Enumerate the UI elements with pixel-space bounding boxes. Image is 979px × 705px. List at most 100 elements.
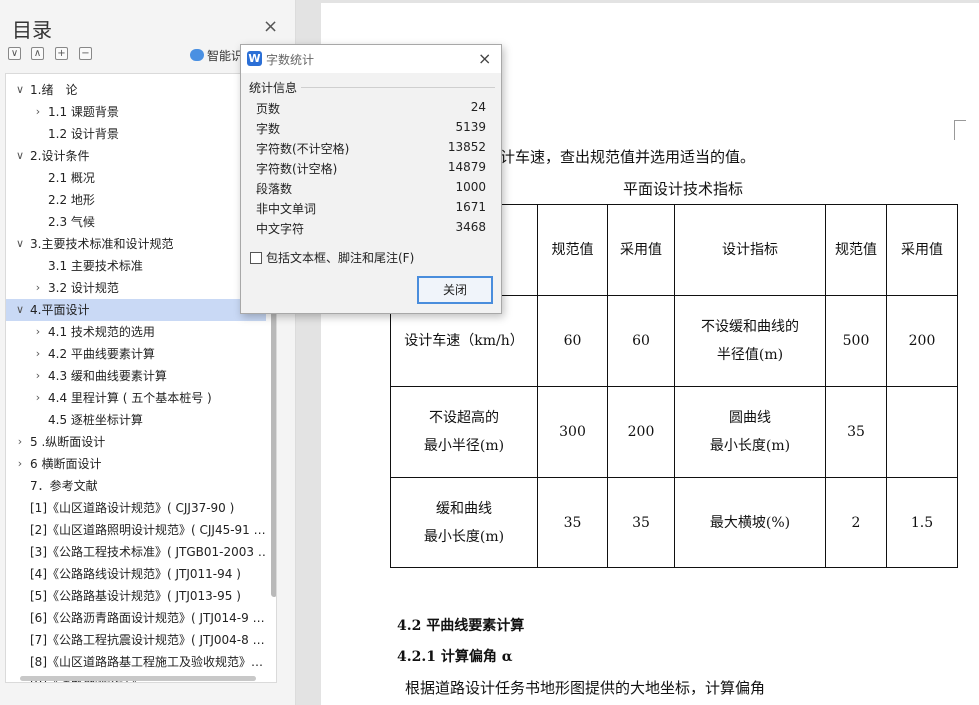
toc-item[interactable]: ∨ 2.设计条件 bbox=[6, 145, 266, 167]
toc-horizontal-scrollbar[interactable] bbox=[6, 673, 268, 682]
toc-item[interactable]: › 4.1 技术规范的选用 bbox=[6, 321, 266, 343]
table-cell[interactable]: 60 bbox=[537, 295, 608, 387]
toc-item-label: [4]《公路路线设计规范》( JTJ011-94 ) bbox=[30, 567, 241, 581]
table-row: 不设超高的 最小半径(m) 300 200 圆曲线 最小长度(m) 35 bbox=[390, 386, 958, 478]
table-header-cell[interactable]: 规范值 bbox=[537, 204, 608, 296]
toc-item[interactable]: [4]《公路路线设计规范》( JTJ011-94 ) bbox=[6, 563, 266, 585]
toc-item[interactable]: ∨ 4.平面设计 bbox=[6, 299, 266, 321]
toc-item-label: [5]《公路路基设计规范》( JTJ013-95 ) bbox=[30, 589, 241, 603]
table-cell[interactable]: 500 bbox=[825, 295, 887, 387]
section-heading-4-2[interactable]: 4.2 平曲线要素计算 bbox=[397, 615, 524, 635]
toc-item[interactable]: › 5 .纵断面设计 bbox=[6, 431, 266, 453]
include-textbox-checkbox[interactable]: 包括文本框、脚注和尾注(F) bbox=[250, 249, 414, 266]
collapse-all-icon[interactable]: ∨ bbox=[8, 47, 21, 60]
stats-list: 页数 24 字数 5139 字符数(不计空格) 13852 字符数(计空格) 14879 段落数… bbox=[256, 98, 486, 238]
chevron-right-icon[interactable]: › bbox=[14, 453, 26, 475]
chevron-down-icon[interactable]: ∨ bbox=[14, 145, 26, 167]
checkbox-box[interactable] bbox=[250, 251, 262, 264]
stat-label: 页数 bbox=[256, 102, 281, 116]
stat-row: 段落数 1000 bbox=[256, 178, 486, 198]
chevron-down-icon[interactable]: ∨ bbox=[14, 79, 26, 101]
toc-item[interactable]: › 4.3 缓和曲线要素计算 bbox=[6, 365, 266, 387]
toc-item[interactable]: 2.2 地形 bbox=[6, 189, 266, 211]
table-cell[interactable]: 300 bbox=[537, 386, 608, 478]
toc-item[interactable]: › 3.2 设计规范 bbox=[6, 277, 266, 299]
chevron-down-icon[interactable]: ∨ bbox=[14, 233, 26, 255]
toc-item[interactable]: 3.1 主要技术标准 bbox=[6, 255, 266, 277]
table-cell[interactable] bbox=[886, 386, 958, 478]
table-cell[interactable]: 圆曲线 最小长度(m) bbox=[674, 386, 826, 478]
toc-item[interactable]: 2.3 气候 bbox=[6, 211, 266, 233]
stat-label: 字符数(不计空格) bbox=[256, 142, 350, 156]
chevron-right-icon[interactable]: › bbox=[32, 277, 44, 299]
toc-item[interactable]: › 4.2 平曲线要素计算 bbox=[6, 343, 266, 365]
intro-paragraph[interactable]: 计车速，查出规范值并选用适当的值。 bbox=[500, 146, 755, 167]
toc-item[interactable]: › 1.1 课题背景 bbox=[6, 101, 266, 123]
toc-item[interactable]: ∨ 3.主要技术标准和设计规范 bbox=[6, 233, 266, 255]
table-cell[interactable]: 1.5 bbox=[886, 477, 958, 568]
table-cell[interactable]: 缓和曲线 最小长度(m) bbox=[390, 477, 538, 568]
toc-item[interactable]: [5]《公路路基设计规范》( JTJ013-95 ) bbox=[6, 585, 266, 607]
stat-label: 非中文单词 bbox=[256, 202, 317, 216]
chevron-right-icon[interactable]: › bbox=[32, 321, 44, 343]
toc-item[interactable]: 7．参考文献 bbox=[6, 475, 266, 497]
stat-row: 字数 5139 bbox=[256, 118, 486, 138]
expand-all-icon[interactable]: ∧ bbox=[31, 47, 44, 60]
dialog-titlebar[interactable]: W 字数统计 × bbox=[241, 45, 501, 73]
toc-item[interactable]: [6]《公路沥青路面设计规范》( JTJ014-9 … bbox=[6, 607, 266, 629]
toc-item-label: 3.1 主要技术标准 bbox=[48, 259, 143, 273]
table-header-cell[interactable]: 规范值 bbox=[825, 204, 887, 296]
chevron-right-icon[interactable]: › bbox=[32, 387, 44, 409]
smart-recognize-button[interactable]: 智能识 bbox=[190, 47, 243, 63]
table-cell[interactable]: 不设缓和曲线的 半径值(m) bbox=[674, 295, 826, 387]
chevron-right-icon[interactable]: › bbox=[32, 101, 44, 123]
wps-logo-icon: W bbox=[247, 51, 262, 66]
toc-item[interactable]: 2.1 概况 bbox=[6, 167, 266, 189]
table-header-cell[interactable]: 采用值 bbox=[607, 204, 675, 296]
table-caption[interactable]: 平面设计技术指标 bbox=[623, 178, 743, 199]
toc-item[interactable]: › 4.4 里程计算 ( 五个基本桩号 ) bbox=[6, 387, 266, 409]
table-cell[interactable]: 200 bbox=[607, 386, 675, 478]
table-cell[interactable]: 60 bbox=[607, 295, 675, 387]
table-cell[interactable]: 最大横坡(%) bbox=[674, 477, 826, 568]
add-heading-icon[interactable]: + bbox=[55, 47, 68, 60]
table-cell[interactable]: 35 bbox=[537, 477, 608, 568]
toc-item-label: 4.平面设计 bbox=[30, 303, 90, 317]
table-header-cell[interactable]: 设计指标 bbox=[674, 204, 826, 296]
toc-item[interactable]: 4.5 逐桩坐标计算 bbox=[6, 409, 266, 431]
remove-heading-icon[interactable]: − bbox=[79, 47, 92, 60]
table-header-cell[interactable]: 采用值 bbox=[886, 204, 958, 296]
toc-item-label: 3.主要技术标准和设计规范 bbox=[30, 237, 174, 251]
toc-item[interactable]: 1.2 设计背景 bbox=[6, 123, 266, 145]
toc-item-label: [8]《山区道路路基工程施工及验收规范》… bbox=[30, 655, 263, 669]
toc-item[interactable]: [1]《山区道路设计规范》( CJJ37-90 ) bbox=[6, 497, 266, 519]
toc-item-label: 6 横断面设计 bbox=[30, 457, 102, 471]
toc-item[interactable]: [8]《山区道路路基工程施工及验收规范》… bbox=[6, 651, 266, 673]
table-cell[interactable]: 2 bbox=[825, 477, 887, 568]
chevron-right-icon[interactable]: › bbox=[32, 365, 44, 387]
toc-close-icon[interactable]: × bbox=[263, 18, 278, 36]
chevron-down-icon[interactable]: ∨ bbox=[14, 299, 26, 321]
chevron-right-icon[interactable]: › bbox=[32, 343, 44, 365]
toc-item-label: 4.5 逐桩坐标计算 bbox=[48, 413, 143, 427]
toc-item[interactable]: [3]《公路工程技术标准》( JTGB01-2003 … bbox=[6, 541, 266, 563]
toc-item[interactable]: › 6 横断面设计 bbox=[6, 453, 266, 475]
section-heading-4-2-1[interactable]: 4.2.1 计算偏角 α bbox=[397, 646, 513, 666]
body-paragraph[interactable]: 根据道路设计任务书地形图提供的大地坐标，计算偏角 bbox=[405, 677, 765, 698]
toc-item[interactable]: ∨ 1.绪 论 bbox=[6, 79, 266, 101]
toc-item[interactable]: [7]《公路工程抗震设计规范》( JTJ004-8 … bbox=[6, 629, 266, 651]
toc-item[interactable]: [2]《山区道路照明设计规范》( CJJ45-91 … bbox=[6, 519, 266, 541]
table-cell[interactable]: 不设超高的 最小半径(m) bbox=[390, 386, 538, 478]
table-cell[interactable]: 35 bbox=[607, 477, 675, 568]
toc-item-label: 4.2 平曲线要素计算 bbox=[48, 347, 155, 361]
toc-item-label: [7]《公路工程抗震设计规范》( JTJ004-8 … bbox=[30, 633, 265, 647]
group-divider bbox=[301, 87, 495, 88]
word-count-dialog: W 字数统计 × 统计信息 页数 24 字数 5139 字符数(不计空格) 13852 字符… bbox=[240, 44, 502, 314]
toc-hscroll-thumb[interactable] bbox=[20, 676, 256, 681]
table-cell[interactable]: 200 bbox=[886, 295, 958, 387]
table-cell[interactable]: 35 bbox=[825, 386, 887, 478]
toc-item-label: 1.绪 论 bbox=[30, 83, 78, 97]
chevron-right-icon[interactable]: › bbox=[14, 431, 26, 453]
close-button[interactable]: 关闭 bbox=[417, 276, 493, 304]
dialog-close-icon[interactable]: × bbox=[478, 49, 491, 68]
